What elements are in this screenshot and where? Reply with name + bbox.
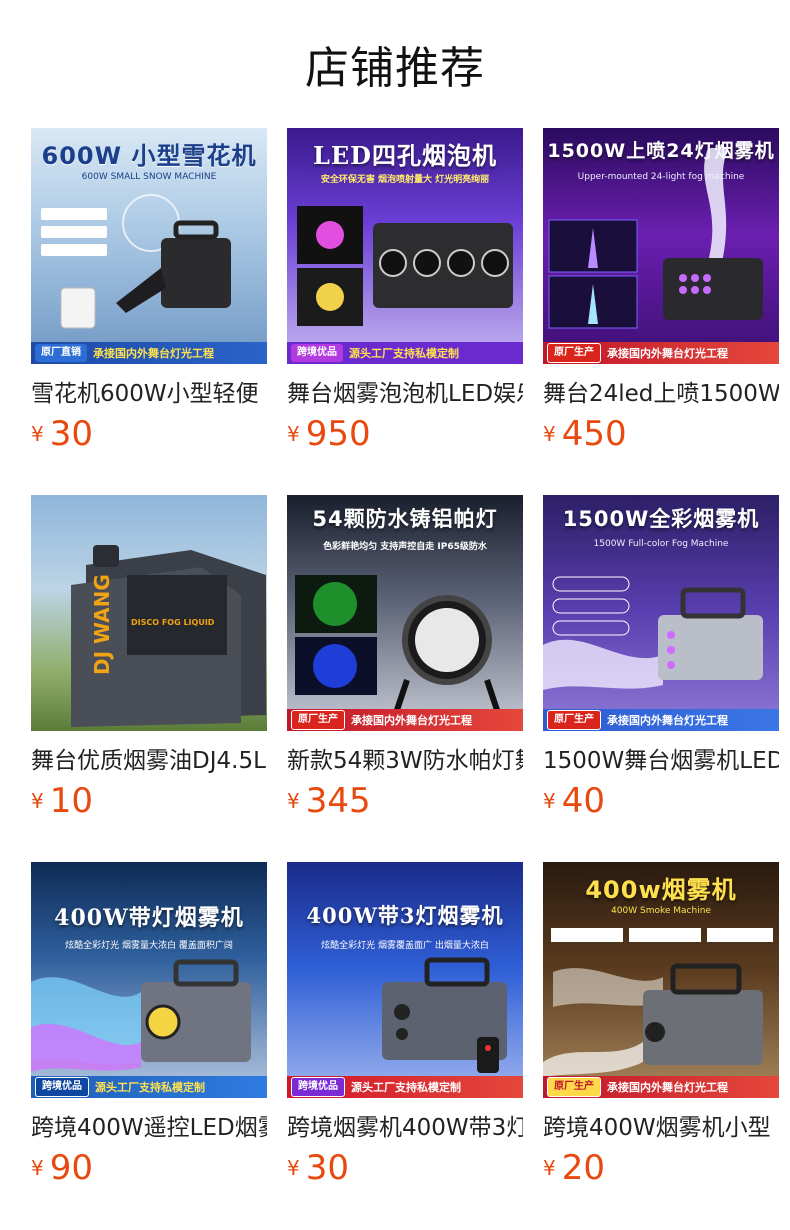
price-value: 30 (49, 414, 93, 454)
product-name[interactable]: 舞台烟雾泡泡机LED娱乐 (287, 374, 523, 408)
product-price: ¥90 (31, 1148, 267, 1188)
currency-symbol: ¥ (287, 422, 300, 446)
product-price: ¥345 (287, 781, 523, 821)
product-price: ¥20 (543, 1148, 779, 1188)
bottle-brand-text: DJ WANG (90, 574, 114, 675)
product-price: ¥40 (543, 781, 779, 821)
price-value: 345 (305, 781, 371, 821)
fog-machine-graphic (543, 928, 773, 1077)
price-value: 90 (49, 1148, 93, 1188)
fog-machine-graphic (382, 957, 507, 1073)
image-badge: 原厂生产 (547, 1077, 601, 1097)
image-strip: 原厂生产 承接国内外舞台灯光工程 (543, 342, 779, 364)
image-strip-text: 承接国内外舞台灯光工程 (607, 1081, 728, 1094)
image-strip: 原厂生产 承接国内外舞台灯光工程 (543, 1076, 779, 1098)
image-strip-text: 源头工厂支持私模定制 (349, 347, 459, 360)
image-badge: 原厂生产 (547, 710, 601, 730)
product-image[interactable]: 1500W上喷24灯烟雾机 Upper-mounted 24-light fog… (543, 128, 779, 364)
store-recommendations-page: 店铺推荐 600W 小型雪花机 600W SMALL SNOW MACHINE (0, 0, 790, 1230)
product-price: ¥950 (287, 414, 523, 454)
image-badge: 原厂直销 (35, 344, 87, 362)
product-name[interactable]: 雪花机600W小型轻便 (31, 374, 267, 408)
price-value: 10 (49, 781, 93, 821)
image-badge: 跨境优品 (35, 1077, 89, 1097)
product-image[interactable]: 54颗防水铸铝帕灯 色彩鲜艳均匀 支持声控自走 IP65级防水 原厂生产 承接国… (287, 495, 523, 731)
product-name[interactable]: 新款54颗3W防水帕灯舞台 (287, 741, 523, 775)
product-price: ¥30 (31, 414, 267, 454)
par-light-graphic (295, 575, 500, 711)
snow-machine-graphic (41, 194, 231, 329)
product-price: ¥450 (543, 414, 779, 454)
fog-liquid-bottles-graphic: DJ WANG DISCO FOG LIQUID (71, 545, 266, 727)
fog-machine-graphic (548, 148, 763, 329)
image-strip-text: 承接国内外舞台灯光工程 (351, 714, 472, 727)
currency-symbol: ¥ (543, 789, 556, 813)
currency-symbol: ¥ (287, 789, 300, 813)
product-name[interactable]: 舞台优质烟雾油DJ4.5L (31, 741, 267, 775)
currency-symbol: ¥ (287, 1156, 300, 1180)
product-image[interactable]: 400W带3灯烟雾机 炫酷全彩灯光 烟雾覆盖面广 出烟量大浓白 跨境优品 源头工… (287, 862, 523, 1098)
image-strip: 原厂生产 承接国内外舞台灯光工程 (543, 709, 779, 731)
page-title: 店铺推荐 (305, 43, 485, 94)
product-image[interactable]: DJ WANG DISCO FOG LIQUID (31, 495, 267, 731)
image-strip-text: 源头工厂支持私模定制 (95, 1081, 205, 1094)
image-strip: 跨境优品 源头工厂支持私模定制 (287, 342, 523, 364)
product-name[interactable]: 跨境400W烟雾机小型 (543, 1108, 779, 1142)
fog-machine-graphic (543, 576, 763, 690)
product-price: ¥10 (31, 781, 267, 821)
image-strip: 跨境优品 源头工厂支持私模定制 (31, 1076, 267, 1098)
product-image[interactable]: 600W 小型雪花机 600W SMALL SNOW MACHINE 原厂直销 … (31, 128, 267, 364)
product-name[interactable]: 跨境烟雾机400W带3灯 (287, 1108, 523, 1142)
product-image[interactable]: LED四孔烟泡机 安全环保无害 烟泡喷射量大 灯光明亮绚丽 跨境优品 源头工厂支… (287, 128, 523, 364)
image-badge: 原厂生产 (291, 710, 345, 730)
currency-symbol: ¥ (543, 422, 556, 446)
image-strip-text: 承接国内外舞台灯光工程 (607, 714, 728, 727)
image-badge: 跨境优品 (291, 344, 343, 362)
currency-symbol: ¥ (31, 422, 44, 446)
image-badge: 原厂生产 (547, 343, 601, 363)
bottle-label-text: DISCO FOG LIQUID (131, 618, 215, 627)
currency-symbol: ¥ (31, 789, 44, 813)
price-value: 40 (561, 781, 605, 821)
image-strip-text: 源头工厂支持私模定制 (351, 1081, 461, 1094)
currency-symbol: ¥ (31, 1156, 44, 1180)
image-strip: 原厂直销 承接国内外舞台灯光工程 (31, 342, 267, 364)
image-strip: 原厂生产 承接国内外舞台灯光工程 (287, 709, 523, 731)
image-badge: 跨境优品 (291, 1077, 345, 1097)
product-image[interactable]: 1500W全彩烟雾机 1500W Full-color Fog Machine … (543, 495, 779, 731)
product-name[interactable]: 1500W舞台烟雾机LED全彩 (543, 741, 779, 775)
price-value: 450 (561, 414, 627, 454)
price-value: 30 (305, 1148, 349, 1188)
price-value: 950 (305, 414, 371, 454)
image-strip: 跨境优品 源头工厂支持私模定制 (287, 1076, 523, 1098)
product-price: ¥30 (287, 1148, 523, 1188)
product-name[interactable]: 舞台24led上喷1500W (543, 374, 779, 408)
currency-symbol: ¥ (543, 1156, 556, 1180)
bubble-machine-graphic (297, 206, 513, 326)
image-strip-text: 承接国内外舞台灯光工程 (93, 347, 214, 360)
price-value: 20 (561, 1148, 605, 1188)
fog-machine-graphic (31, 959, 251, 1072)
product-image[interactable]: 400w烟雾机 400W Smoke Machine 原厂生产 承接国内外舞台灯… (543, 862, 779, 1098)
product-name[interactable]: 跨境400W遥控LED烟雾机 (31, 1108, 267, 1142)
product-image[interactable]: 400W带灯烟雾机 炫酷全彩灯光 烟雾量大浓白 覆盖面积广阔 跨境优品 源头工厂… (31, 862, 267, 1098)
image-strip-text: 承接国内外舞台灯光工程 (607, 347, 728, 360)
